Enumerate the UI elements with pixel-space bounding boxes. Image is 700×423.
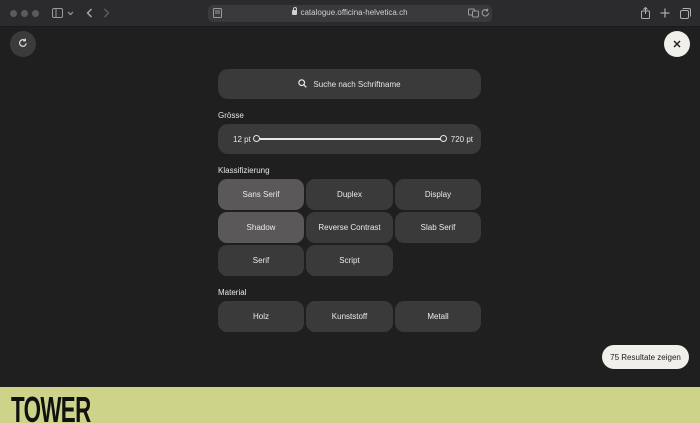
chip-kunststoff[interactable]: Kunststoff (306, 301, 393, 332)
address-bar[interactable]: catalogue.officina-helvetica.ch (208, 5, 492, 22)
share-icon[interactable] (641, 6, 650, 22)
size-range-slider: 12 pt 720 pt (218, 124, 481, 154)
search-input[interactable]: Suche nach Schriftname (218, 69, 481, 99)
chip-reverse-contrast[interactable]: Reverse Contrast (306, 212, 393, 243)
chip-metall[interactable]: Metall (395, 301, 481, 332)
forward-arrow-icon[interactable] (103, 8, 110, 21)
close-window-button[interactable] (10, 10, 17, 17)
slider-track[interactable] (256, 138, 444, 140)
zoom-window-button[interactable] (32, 10, 39, 17)
size-max-label: 720 pt (450, 135, 473, 144)
chip-display[interactable]: Display (395, 179, 481, 210)
slider-min-handle[interactable] (253, 135, 260, 142)
search-placeholder: Suche nach Schriftname (313, 79, 401, 89)
slider-max-handle[interactable] (440, 135, 447, 142)
chip-duplex[interactable]: Duplex (306, 179, 393, 210)
close-icon (673, 35, 681, 53)
translate-icon[interactable] (468, 8, 479, 21)
minimize-window-button[interactable] (21, 10, 28, 17)
reload-icon[interactable] (481, 8, 490, 21)
size-min-label: 12 pt (233, 135, 251, 144)
browser-toolbar: catalogue.officina-helvetica.ch (0, 0, 700, 27)
reset-filter-button[interactable] (10, 31, 36, 57)
classification-label: Klassifizierung (218, 166, 270, 175)
font-preview-text: TOWER (11, 389, 91, 423)
tabs-overview-icon[interactable] (680, 8, 691, 22)
chip-sans-serif[interactable]: Sans Serif (218, 179, 304, 210)
material-label: Material (218, 288, 247, 297)
chip-holz[interactable]: Holz (218, 301, 304, 332)
chevron-down-icon[interactable] (67, 9, 74, 20)
font-preview-card[interactable]: TOWER (0, 387, 700, 423)
plus-icon[interactable] (660, 8, 670, 21)
lock-icon (292, 7, 298, 15)
chip-slab-serif[interactable]: Slab Serif (395, 212, 481, 243)
chip-script[interactable]: Script (306, 245, 393, 276)
close-button[interactable] (664, 31, 690, 57)
url-text: catalogue.officina-helvetica.ch (300, 8, 408, 17)
sidebar-icon[interactable] (52, 8, 63, 21)
size-label: Grösse (218, 111, 244, 120)
search-icon (298, 78, 308, 90)
chip-serif[interactable]: Serif (218, 245, 304, 276)
chip-shadow[interactable]: Shadow (218, 212, 304, 243)
refresh-icon (18, 35, 28, 53)
show-results-button[interactable]: 75 Resultate zeigen (602, 345, 689, 369)
back-arrow-icon[interactable] (86, 8, 93, 21)
